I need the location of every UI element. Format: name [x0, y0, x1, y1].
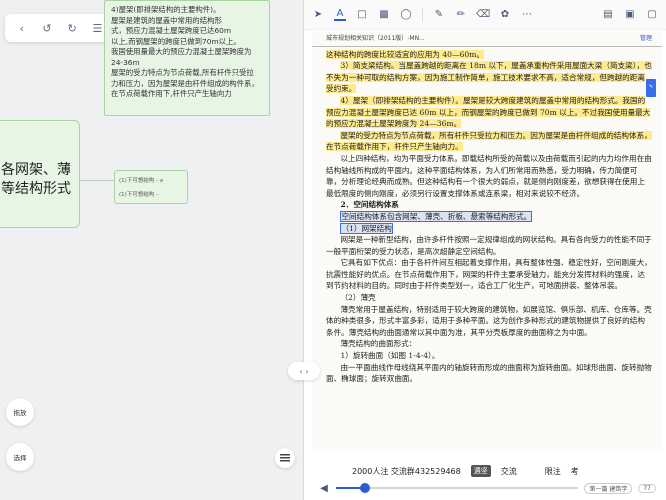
page-number: 77: [638, 483, 656, 493]
page-footer: 2000人注 交流群432529468 遇坚 交流 限注 考: [304, 460, 666, 482]
mindmap-node-truss[interactable]: 4)屋架(即排架结构的主要构件)。 屋架是建筑的屋盖中常用的结构形 式，预应力混…: [104, 0, 270, 116]
node-line: 我国使用量最大的预应力混凝土屋架跨度为: [111, 47, 252, 56]
page-body: 这种结构的跨度比较适宜的应用为 40—60m。 3）简支梁结构。当屋盖跨越的距离…: [312, 47, 662, 385]
annotation-tag[interactable]: ✎: [646, 79, 656, 97]
node-line: 在节点荷载作用下,杆件只产生轴向力: [111, 89, 232, 98]
header-title: 城市规划相关知识（2011版）-MN...: [326, 35, 425, 42]
redo-icon[interactable]: ↻: [65, 21, 79, 35]
pen-icon[interactable]: ✎: [433, 9, 445, 21]
node-line: 力和压力，因为屋架是由杆件组成的构件系，: [111, 78, 259, 88]
node-line: 4)屋架(即排架结构的主要构件)。: [111, 5, 221, 14]
child-row: (1)下可想结构 -: [119, 174, 183, 188]
doc-heading-selected[interactable]: （1）网架结构: [340, 222, 393, 234]
mindmap-connector: [80, 180, 114, 181]
select-button[interactable]: 选择: [6, 443, 34, 471]
pdf-panel: ➤ A □ ▩ ◯ ✎ ✏ ⌫ ✿ ⋯ ▤ ▣ ▢ 城市规划相关知识（2011版…: [304, 0, 666, 500]
prev-page-icon[interactable]: ◀: [318, 482, 330, 494]
page-icon[interactable]: ▣: [624, 9, 636, 21]
dot-icon: [160, 179, 164, 182]
zoom-button[interactable]: 拖放: [6, 398, 34, 426]
toolbar-divider: [422, 7, 423, 22]
select-label: 选择: [13, 454, 27, 462]
mindmap-panel[interactable]: ‹ ↺ ↻ ☰ ✎ ≡ ⋯ 4)屋架(即排架结构的主要构件)。 屋架是建筑的屋盖…: [0, 0, 302, 500]
image-icon[interactable]: ▩: [378, 9, 390, 21]
rect-icon[interactable]: □: [356, 9, 368, 21]
zoom-label: 拖放: [13, 409, 27, 417]
node-line: 24-36m: [111, 57, 140, 67]
doc-paragraph: 由一平面曲线作母线绕其平面内的轴旋转而形成的曲面称为旋转曲面。如球形曲面、旋转抛…: [326, 362, 652, 384]
manage-link[interactable]: 管理: [640, 33, 652, 45]
more-icon[interactable]: ⋯: [521, 9, 533, 21]
page-header: 城市规划相关知识（2011版）-MN... 管理: [312, 31, 662, 47]
doc-paragraph: 薄壳常用于屋盖结构，特别适用于较大跨度的建筑物，如展览馆、俱乐部、机库、仓库等。…: [326, 304, 652, 337]
footer-note: 限注: [544, 466, 561, 476]
menu-icon: [280, 454, 290, 462]
node-line: 屋架是建筑的屋盖中常用的结构形: [111, 15, 222, 25]
split-view-toggle[interactable]: ‹ ›: [288, 362, 320, 380]
footer-note: 考: [570, 466, 579, 476]
lasso-icon[interactable]: ✿: [499, 9, 511, 21]
footer-chip: 遇坚: [470, 465, 491, 477]
doc-paragraph: 屋架的受力特点为节点荷载，所有杆件只受拉力和压力。因为屋架是由杆件组成的结构体系…: [326, 130, 652, 152]
node-line: 式，预应力混凝土屋架跨度已达60m: [111, 26, 232, 35]
split-label: ‹ ›: [299, 366, 309, 376]
mindmap-node-child[interactable]: (1)下可想结构 - (1)下可想结构 -: [114, 170, 188, 204]
doc-paragraph: 这种结构的跨度比较适宜的应用为 40—60m。: [326, 49, 485, 59]
node-line: 屋架的受力特点为节点荷载,所有杆件只受拉: [111, 68, 254, 77]
doc-paragraph: 薄壳结构的曲面形式：: [340, 339, 417, 349]
doc-heading: 2．空间结构体系: [340, 200, 399, 210]
doc-paragraph: 4）屋架（即排架结构的主要构件）。屋架是较大跨度建筑的屋盖中常用的结构形式。我国…: [326, 95, 651, 129]
node-line: 以上,而钢屋架的跨度已做到70m以上。: [111, 36, 241, 46]
node-text: 各网架、薄 等结构形式: [1, 162, 71, 197]
fit-icon[interactable]: ▢: [646, 9, 658, 21]
left-arrow-icon[interactable]: ‹: [15, 21, 29, 35]
doc-paragraph: 它具有如下优点：由于各杆件间互相起着支撑作用，具有整体性强、稳定性好，空间刚度大…: [326, 258, 652, 291]
doc-icon[interactable]: ▤: [602, 9, 614, 21]
mindmap-node-space-structure[interactable]: 各网架、薄 等结构形式: [0, 120, 80, 228]
highlighter-icon[interactable]: ✏: [455, 9, 467, 21]
pdf-page[interactable]: 城市规划相关知识（2011版）-MN... 管理 这种结构的跨度比较适宜的应用为…: [312, 31, 662, 451]
footer-chip-text: 交流: [500, 466, 517, 476]
doc-paragraph: 以上四种结构，均为平面受力体系。即载结构所受的荷载以及由荷载而引起的内力均作用在…: [326, 153, 652, 198]
footer-text: 2000人注 交流群432529468: [352, 466, 461, 476]
doc-subheading: （2）薄壳: [340, 293, 376, 303]
eraser-icon[interactable]: ⌫: [476, 9, 490, 21]
doc-paragraph: 1）旋转曲面（如图 1-4-4）。: [340, 351, 440, 361]
doc-paragraph-selected[interactable]: 空间结构体系包含网架、薄壳、折板、悬索等结构形式。: [340, 210, 533, 222]
stack-icon[interactable]: ☰: [90, 21, 104, 35]
page-scrubber[interactable]: ◀ 第一篇 建筑学 77: [318, 482, 656, 494]
scrubber-track[interactable]: [336, 483, 579, 493]
menu-button[interactable]: [275, 448, 295, 468]
page-chapter-label: 第一篇 建筑学: [584, 482, 633, 494]
doc-paragraph: 3）简支梁结构。当屋盖跨越的距离在 18m 以下，屋盖承重构件采用屋面大梁（简支…: [326, 61, 652, 94]
text-icon[interactable]: A: [334, 8, 346, 21]
shape-icon[interactable]: ◯: [400, 9, 412, 21]
pdf-toolbar: ➤ A □ ▩ ◯ ✎ ✏ ⌫ ✿ ⋯ ▤ ▣ ▢: [304, 0, 666, 30]
doc-paragraph: 网架是一种新型结构，由许多杆件按照一定规律组成的网状结构。具有各向受力的性能不同…: [326, 235, 652, 256]
undo-icon[interactable]: ↺: [40, 21, 54, 35]
child-row: (1)下可想结构 -: [119, 192, 159, 198]
scrubber-knob[interactable]: [360, 483, 371, 493]
pointer-icon[interactable]: ➤: [312, 9, 324, 21]
